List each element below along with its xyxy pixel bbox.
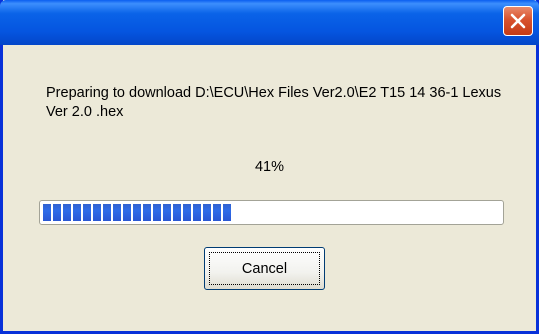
- progress-chunk: [93, 204, 101, 221]
- progress-chunk: [143, 204, 151, 221]
- progress-bar-fill: [43, 204, 500, 221]
- progress-chunk: [203, 204, 211, 221]
- progress-chunk: [193, 204, 201, 221]
- progress-percent-label: 41%: [254, 159, 285, 175]
- focus-rectangle: [209, 252, 320, 285]
- title-bar[interactable]: [0, 0, 539, 45]
- progress-chunk: [43, 204, 51, 221]
- progress-chunk: [133, 204, 141, 221]
- close-icon: [510, 13, 526, 29]
- progress-chunk: [183, 204, 191, 221]
- progress-chunk: [163, 204, 171, 221]
- progress-chunk: [73, 204, 81, 221]
- close-button[interactable]: [503, 6, 533, 36]
- download-message: Preparing to download D:\ECU\Hex Files V…: [46, 85, 502, 120]
- progress-dialog: Preparing to download D:\ECU\Hex Files V…: [0, 0, 539, 334]
- progress-chunk: [113, 204, 121, 221]
- cancel-button[interactable]: Cancel: [204, 247, 325, 290]
- progress-chunk: [213, 204, 221, 221]
- progress-chunk: [83, 204, 91, 221]
- progress-chunk: [153, 204, 161, 221]
- progress-chunk: [63, 204, 71, 221]
- progress-chunk: [223, 204, 231, 221]
- progress-chunk: [103, 204, 111, 221]
- progress-chunk: [173, 204, 181, 221]
- progress-bar: [39, 200, 504, 225]
- progress-chunk: [123, 204, 131, 221]
- progress-chunk: [53, 204, 61, 221]
